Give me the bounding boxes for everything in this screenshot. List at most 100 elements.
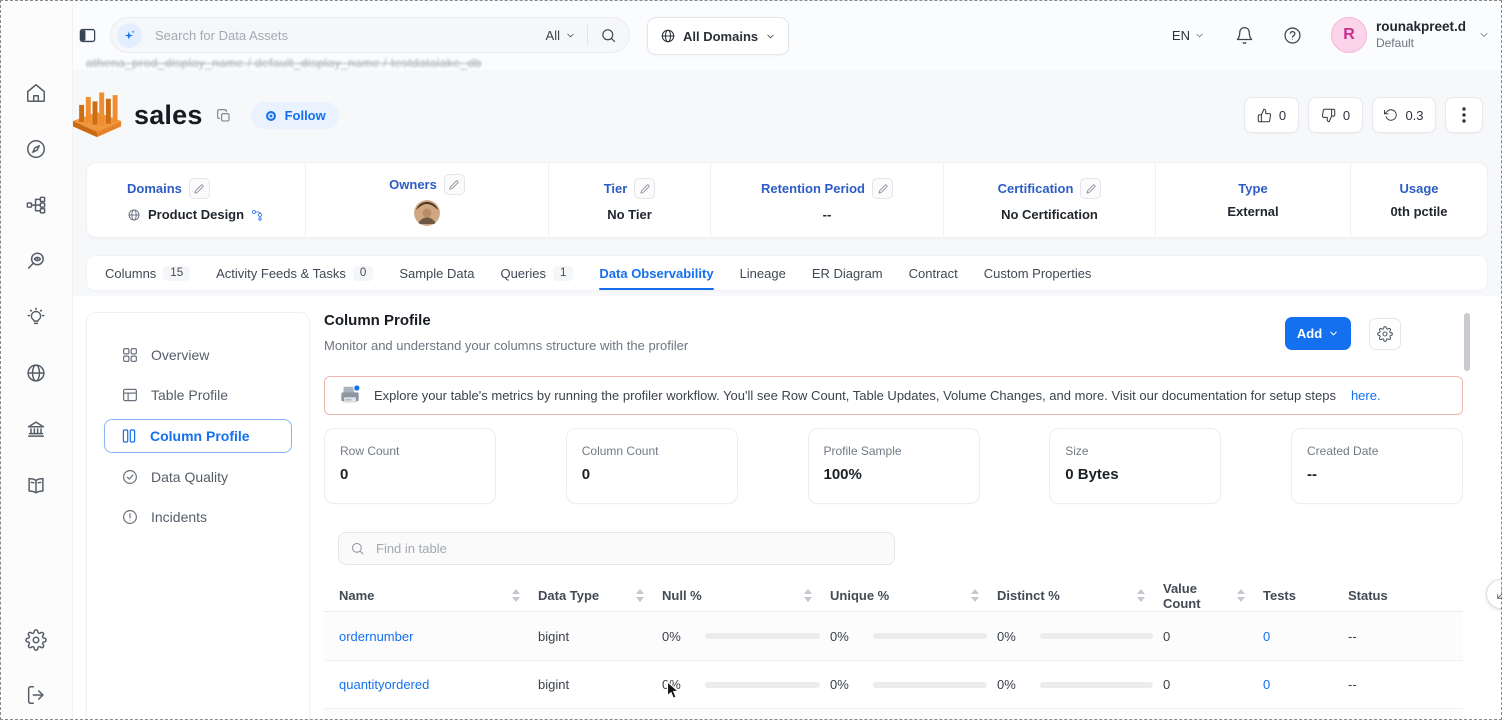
- search-icon[interactable]: [600, 27, 617, 44]
- subnav-incidents[interactable]: Incidents: [87, 497, 309, 537]
- expand-button[interactable]: [1486, 579, 1502, 609]
- owner-avatar[interactable]: [414, 200, 440, 226]
- distinct-pct-bar: [1039, 633, 1153, 639]
- edit-certification-button[interactable]: [1080, 178, 1102, 199]
- kebab-menu-button[interactable]: [1445, 97, 1483, 133]
- domains-icon[interactable]: [25, 362, 47, 384]
- stat-row-count: Row Count 0: [324, 428, 496, 504]
- table-row: ordernumber bigint 0% 0% 0% 0 0 --: [324, 612, 1463, 660]
- tab-activity-feeds[interactable]: Activity Feeds & Tasks 0: [216, 256, 374, 290]
- subnav-table-profile[interactable]: Table Profile: [87, 375, 309, 415]
- tab-columns-count: 15: [163, 265, 191, 281]
- chevron-down-icon[interactable]: [1478, 29, 1490, 41]
- sparkle-icon[interactable]: [117, 22, 142, 48]
- sort-carets[interactable]: [971, 589, 979, 602]
- observability-icon[interactable]: [25, 250, 47, 272]
- glossary-icon[interactable]: [25, 474, 47, 496]
- subnav-column-profile[interactable]: Column Profile: [104, 419, 292, 453]
- upvote-button[interactable]: 0: [1244, 97, 1299, 133]
- explore-icon[interactable]: [25, 138, 47, 160]
- version-history-icon: [1384, 109, 1398, 121]
- all-domains-dropdown[interactable]: All Domains: [647, 17, 790, 55]
- tab-contract[interactable]: Contract: [909, 256, 958, 290]
- certification-value: No Certification: [1001, 207, 1098, 222]
- unique-pct-bar: [872, 681, 987, 688]
- bell-icon[interactable]: [1235, 26, 1254, 45]
- sort-carets[interactable]: [1137, 589, 1145, 602]
- add-button[interactable]: Add: [1285, 317, 1351, 350]
- downvote-button[interactable]: 0: [1308, 97, 1363, 133]
- lineage-icon[interactable]: [25, 194, 47, 216]
- alert-circle-icon: [121, 508, 139, 526]
- help-icon[interactable]: [1283, 26, 1302, 45]
- banner-docs-link[interactable]: here.: [1351, 388, 1381, 403]
- tab-custom-properties[interactable]: Custom Properties: [984, 256, 1092, 290]
- follow-dot-icon: [265, 110, 276, 121]
- header-data-type[interactable]: Data Type: [538, 588, 662, 603]
- usage-value: 0th pctile: [1390, 204, 1448, 219]
- subnav-data-quality[interactable]: Data Quality: [87, 457, 309, 497]
- header-unique-pct[interactable]: Unique %: [830, 588, 997, 603]
- stat-column-count: Column Count 0: [565, 428, 738, 504]
- edit-retention-button[interactable]: [872, 178, 893, 199]
- check-circle-icon: [121, 468, 139, 486]
- breadcrumb[interactable]: athena_prod_display_name / default_displ…: [86, 56, 482, 70]
- tier-value: No Tier: [607, 207, 652, 222]
- type-value: External: [1227, 204, 1279, 219]
- search-scope-label: All: [545, 27, 560, 43]
- sidebar-toggle-icon[interactable]: [78, 26, 97, 50]
- edit-domains-button[interactable]: [188, 178, 210, 199]
- logout-icon[interactable]: [25, 684, 47, 706]
- tab-sample-data[interactable]: Sample Data: [399, 256, 474, 290]
- follow-button[interactable]: Follow: [250, 102, 339, 129]
- header-distinct-pct[interactable]: Distinct %: [997, 588, 1163, 603]
- header-null-pct[interactable]: Null %: [662, 588, 830, 603]
- active-tab-underline: [599, 287, 714, 290]
- global-search[interactable]: All: [110, 17, 630, 53]
- tab-er-diagram[interactable]: ER Diagram: [812, 256, 883, 290]
- chevron-down-icon: [767, 34, 774, 38]
- govern-icon[interactable]: [25, 418, 47, 440]
- search-input[interactable]: [153, 26, 546, 44]
- vertical-scrollbar-thumb[interactable]: [1464, 313, 1470, 371]
- language-dropdown[interactable]: EN: [1172, 28, 1205, 43]
- sort-carets[interactable]: [1237, 589, 1245, 602]
- owners-label: Owners: [389, 177, 437, 192]
- profile-stats-row: Row Count 0 Column Count 0 Profile Sampl…: [324, 428, 1463, 504]
- banner-text: Explore your table's metrics by running …: [374, 388, 1336, 403]
- column-name-link[interactable]: ordernumber: [339, 629, 538, 644]
- header-value-count[interactable]: Value Count: [1163, 581, 1263, 611]
- column-name-link[interactable]: quantityordered: [339, 677, 538, 692]
- sort-carets[interactable]: [512, 589, 520, 602]
- retention-value: --: [822, 207, 832, 222]
- edit-tier-button[interactable]: [634, 178, 656, 199]
- search-scope-dropdown[interactable]: All: [546, 28, 576, 43]
- tab-columns[interactable]: Columns 15: [105, 256, 191, 290]
- tab-lineage[interactable]: Lineage: [740, 256, 786, 290]
- home-icon[interactable]: [25, 82, 47, 104]
- chevron-down-icon: [1330, 331, 1337, 336]
- settings-icon[interactable]: [25, 629, 47, 651]
- sort-carets[interactable]: [636, 589, 644, 602]
- tests-link[interactable]: 0: [1263, 677, 1348, 692]
- domains-value[interactable]: Product Design: [148, 207, 244, 222]
- profiler-settings-button[interactable]: [1369, 318, 1401, 350]
- table-row: double 0% 0% 0% 0 0 --: [324, 708, 1463, 720]
- meta-owners: Owners: [306, 163, 549, 237]
- user-menu[interactable]: rounakpreet.d Default: [1376, 19, 1466, 51]
- subnav-overview[interactable]: Overview: [87, 335, 309, 375]
- header-name[interactable]: Name: [339, 588, 538, 603]
- copy-icon[interactable]: [216, 108, 232, 124]
- chevron-down-icon: [567, 33, 574, 37]
- sort-carets[interactable]: [804, 589, 812, 602]
- tab-data-observability[interactable]: Data Observability: [599, 256, 714, 290]
- edit-owners-button[interactable]: [443, 174, 465, 195]
- version-button[interactable]: 0.3: [1372, 97, 1436, 133]
- insights-icon[interactable]: [25, 306, 47, 328]
- tests-link[interactable]: 0: [1263, 629, 1348, 644]
- tab-queries[interactable]: Queries 1: [500, 256, 574, 290]
- find-in-table[interactable]: [338, 532, 895, 565]
- find-in-table-input[interactable]: [374, 540, 883, 557]
- user-avatar[interactable]: R: [1330, 17, 1367, 53]
- follow-label: Follow: [284, 108, 326, 123]
